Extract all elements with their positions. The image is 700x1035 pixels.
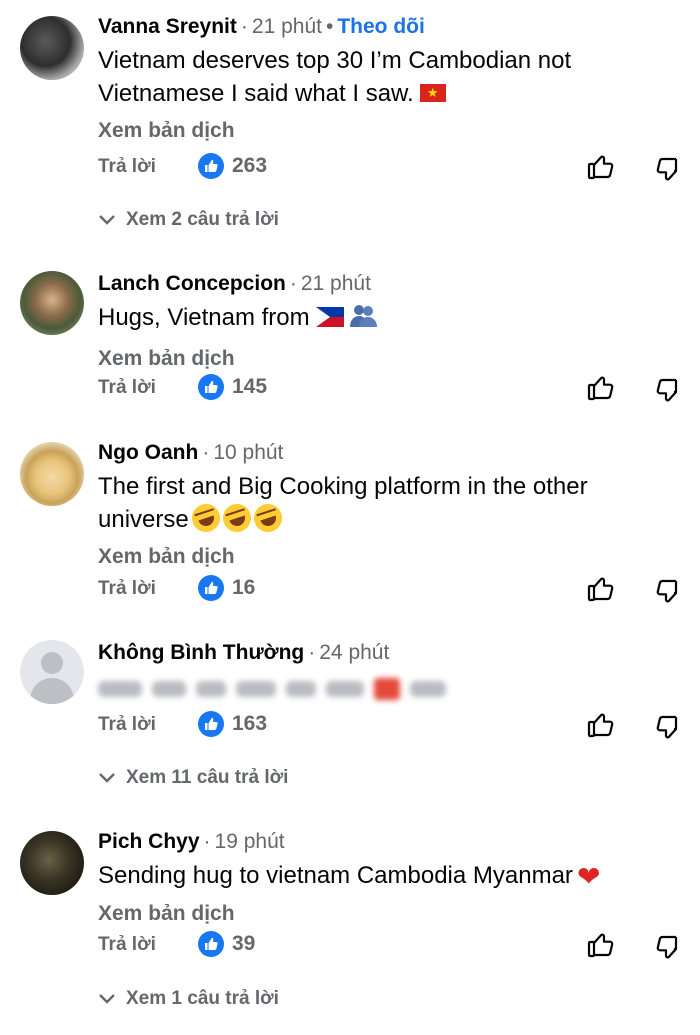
blurred-word <box>236 681 276 697</box>
commenter-name[interactable]: Pich Chyy <box>98 830 200 853</box>
like-reaction-icon <box>198 711 224 737</box>
thumbs-up-icon[interactable] <box>586 152 616 182</box>
avatar[interactable] <box>20 271 84 335</box>
view-replies-button[interactable]: Xem 11 câu trả lời <box>98 767 288 789</box>
thumbs-down-icon[interactable] <box>650 712 680 742</box>
like-reaction-icon <box>198 374 224 400</box>
thumbs-down-icon[interactable] <box>650 576 680 606</box>
see-translation-link[interactable]: Xem bản dịch <box>98 346 680 372</box>
reply-button[interactable]: Trả lời <box>98 578 156 600</box>
avatar[interactable] <box>20 442 84 506</box>
blurred-word <box>410 681 446 697</box>
comment-time: 24 phút <box>319 641 390 664</box>
comment-header: Lanch Concepcion · 21 phút <box>98 271 680 297</box>
commenter-name[interactable]: Vanna Sreynit <box>98 15 237 38</box>
blurred-word <box>196 681 226 697</box>
see-translation-link[interactable]: Xem bản dịch <box>98 118 680 144</box>
comment-time: 21 phút <box>300 272 371 295</box>
philippines-flag-icon <box>315 307 344 327</box>
comment-header: Không Bình Thường · 24 phút <box>98 640 680 666</box>
comment-actions: Trả lời 16 <box>98 574 680 606</box>
comment-text: Vietnam deserves top 30 I’m Cambodian no… <box>98 44 680 110</box>
comment-text: Sending hug to vietnam Cambodia Myanmar ❤ <box>98 859 680 893</box>
comment-actions: Trả lời 163 <box>98 710 680 742</box>
thumbs-down-icon[interactable] <box>650 154 680 184</box>
separator: · <box>202 441 210 464</box>
commenter-name[interactable]: Ngo Oanh <box>98 441 198 464</box>
avatar[interactable] <box>20 640 84 704</box>
default-avatar-head <box>41 652 63 674</box>
reply-button[interactable]: Trả lời <box>98 377 156 399</box>
blurred-word <box>286 681 316 697</box>
separator: • <box>325 15 334 38</box>
comment-text: The first and Big Cooking platform in th… <box>98 470 680 536</box>
commenter-name[interactable]: Lanch Concepcion <box>98 272 286 295</box>
thumbs-down-icon[interactable] <box>650 932 680 962</box>
comment-text-body: The first and Big Cooking platform in th… <box>98 473 588 533</box>
chevron-down-icon <box>99 773 115 783</box>
reply-button[interactable]: Trả lời <box>98 714 156 736</box>
like-count: 163 <box>232 712 268 735</box>
see-translation-link[interactable]: Xem bản dịch <box>98 901 680 927</box>
comment-text-body: Hugs, Vietnam from <box>98 304 310 331</box>
vietnam-flag-icon <box>419 84 446 102</box>
separator: · <box>240 15 248 38</box>
thumbs-up-icon[interactable] <box>586 710 616 740</box>
blurred-word <box>326 681 364 697</box>
like-reaction-icon <box>198 931 224 957</box>
rolling-laughing-icon <box>250 500 286 536</box>
like-count: 145 <box>232 375 268 398</box>
blurred-word <box>98 681 142 697</box>
reply-button[interactable]: Trả lời <box>98 934 156 956</box>
comment-actions: Trả lời 39 <box>98 930 680 962</box>
view-replies-label: Xem 2 câu trả lời <box>126 209 279 230</box>
people-hugging-icon <box>348 303 378 338</box>
comment-time: 21 phút <box>251 15 322 38</box>
reply-button[interactable]: Trả lời <box>98 156 156 178</box>
separator: · <box>203 830 211 853</box>
thumbs-up-icon[interactable] <box>586 373 616 403</box>
blurred-emoji-icon <box>374 678 400 700</box>
blurred-comment-text <box>98 676 680 702</box>
blurred-word <box>152 681 186 697</box>
rolling-laughing-icon <box>219 500 255 536</box>
red-heart-icon: ❤ <box>576 861 601 892</box>
avatar[interactable] <box>20 831 84 895</box>
comment-header: Pich Chyy · 19 phút <box>98 829 680 855</box>
thumbs-up-icon[interactable] <box>586 574 616 604</box>
view-replies-button[interactable]: Xem 1 câu trả lời <box>98 988 279 1010</box>
separator: · <box>308 641 316 664</box>
view-replies-label: Xem 11 câu trả lời <box>126 767 289 788</box>
view-replies-button[interactable]: Xem 2 câu trả lời <box>98 209 279 231</box>
like-reaction-icon <box>198 153 224 179</box>
thumbs-down-icon[interactable] <box>650 375 680 405</box>
comment-time: 10 phút <box>213 441 284 464</box>
follow-button[interactable]: Theo dõi <box>337 15 425 38</box>
see-translation-link[interactable]: Xem bản dịch <box>98 544 680 570</box>
rolling-laughing-icon <box>188 500 224 536</box>
comment-text-body: Vietnam deserves top 30 I’m Cambodian no… <box>98 47 572 107</box>
like-count: 39 <box>232 932 256 955</box>
like-count: 16 <box>232 576 256 599</box>
separator: · <box>289 272 297 295</box>
comment-header: Vanna Sreynit · 21 phút • Theo dõi <box>98 14 680 40</box>
default-avatar-body <box>30 678 74 704</box>
thumbs-up-icon[interactable] <box>586 930 616 960</box>
view-replies-label: Xem 1 câu trả lời <box>126 988 279 1009</box>
comment-time: 19 phút <box>214 830 285 853</box>
comment-actions: Trả lời 263 <box>98 152 680 184</box>
avatar[interactable] <box>20 16 84 80</box>
comment-header: Ngo Oanh · 10 phút <box>98 440 680 466</box>
like-reaction-icon <box>198 575 224 601</box>
commenter-name[interactable]: Không Bình Thường <box>98 641 304 664</box>
comment-text-body: Sending hug to vietnam Cambodia Myanmar <box>98 862 573 889</box>
comment-text: Hugs, Vietnam from <box>98 301 680 338</box>
comment-actions: Trả lời 145 <box>98 373 680 405</box>
chevron-down-icon <box>99 215 115 225</box>
chevron-down-icon <box>99 994 115 1004</box>
like-count: 263 <box>232 154 268 177</box>
